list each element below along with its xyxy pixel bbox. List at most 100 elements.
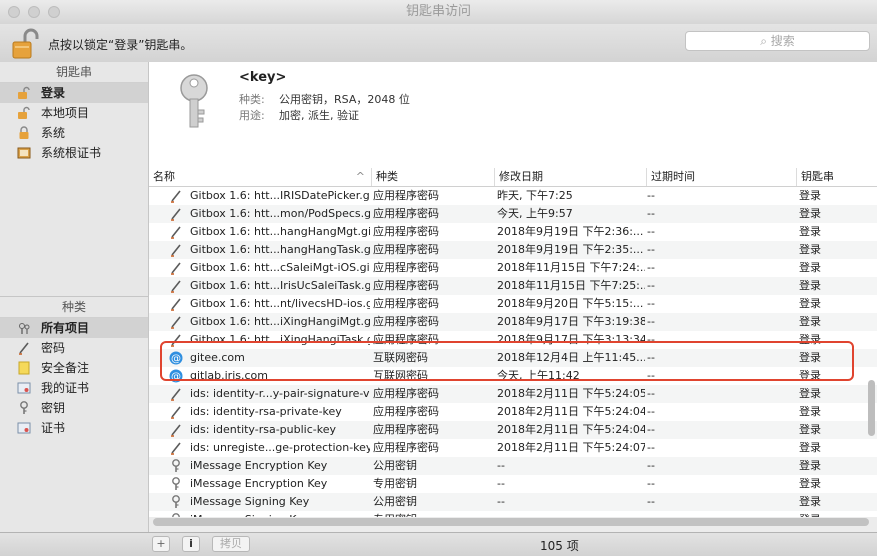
horizontal-scrollbar[interactable] <box>153 518 869 526</box>
sidebar-item-categories-2[interactable]: 安全备注 <box>0 358 148 378</box>
pen-icon <box>171 424 181 437</box>
sidebar-item-categories-3[interactable]: 我的证书 <box>0 378 148 398</box>
sidebar-item-keychains-3[interactable]: 系统根证书 <box>0 143 148 163</box>
pen-icon <box>169 207 183 221</box>
row-date: 2018年2月11日 下午5:24:05 <box>497 387 645 400</box>
row-expires: -- <box>647 279 655 292</box>
pen-icon <box>169 387 183 401</box>
row-expires: -- <box>647 243 655 256</box>
sidebar-item-keychains-1[interactable]: 本地项目 <box>0 103 148 123</box>
row-keychain: 登录 <box>799 387 821 400</box>
row-name: ids: unregiste...ge-protection-key <box>190 441 370 454</box>
column-kind[interactable]: 种类 <box>371 168 494 186</box>
table-row[interactable]: ids: identity-r...y-pair-signature-v1 应用程… <box>149 385 877 403</box>
minimize-window-button[interactable] <box>28 6 40 18</box>
row-date: 2018年9月17日 下午3:19:38 <box>497 315 645 328</box>
table-row[interactable]: ids: unregiste...ge-protection-key 应用程序密码… <box>149 439 877 457</box>
table-row[interactable]: Gitbox 1.6: htt...mon/PodSpecs.git 应用程序密码… <box>149 205 877 223</box>
row-date: 今天, 上午9:57 <box>497 207 573 220</box>
table-row[interactable]: Gitbox 1.6: htt...cSaleiMgt-iOS.git 应用程序密… <box>149 259 877 277</box>
table-row[interactable]: Gitbox 1.6: htt...IRISDatePicker.git 应用程序… <box>149 187 877 205</box>
row-keychain: 登录 <box>799 441 821 454</box>
table-header: 名称 ^ 种类 修改日期 过期时间 钥匙串 <box>149 168 877 187</box>
pen-icon <box>169 261 183 275</box>
sidebar-item-categories-5[interactable]: 证书 <box>0 418 148 438</box>
pen-icon <box>19 342 29 355</box>
row-date: 2018年2月11日 下午5:24:04 <box>497 405 645 418</box>
column-expires[interactable]: 过期时间 <box>646 168 796 186</box>
row-kind: 专用密钥 <box>373 511 491 517</box>
row-keychain: 登录 <box>799 459 821 472</box>
table-row[interactable]: iMessage Encryption Key 公用密钥 -- -- 登录 <box>149 457 877 475</box>
pen-icon <box>169 225 183 239</box>
table-row[interactable]: iMessage Signing Key专用密钥 ---- 登录 <box>149 511 877 517</box>
add-button[interactable]: + <box>152 536 170 552</box>
row-keychain: 登录 <box>799 261 821 274</box>
sidebar-item-label: 安全备注 <box>41 361 90 375</box>
pen-icon <box>169 243 183 257</box>
table-row[interactable]: Gitbox 1.6: htt...iXingHangiMgt.git 应用程序密… <box>149 313 877 331</box>
pen-icon <box>17 341 31 355</box>
sidebar-item-categories-4[interactable]: 密钥 <box>0 398 148 418</box>
sidebar-item-keychains-2[interactable]: 系统 <box>0 123 148 143</box>
row-expires: -- <box>647 297 655 310</box>
table-row[interactable]: ids: identity-rsa-public-key 应用程序密码 2018年2… <box>149 421 877 439</box>
lock-icon <box>19 126 29 139</box>
table-row[interactable]: ids: identity-rsa-private-key 应用程序密码 2018年… <box>149 403 877 421</box>
row-expires: -- <box>647 423 655 436</box>
table-row[interactable]: Gitbox 1.6: htt...hangHangMgt.git 应用程序密码 2… <box>149 223 877 241</box>
row-keychain: 登录 <box>799 225 821 238</box>
item-count: 105 项 <box>540 539 579 553</box>
pen-icon <box>171 190 181 203</box>
copy-button[interactable]: 拷贝 <box>212 536 250 552</box>
lock-hint: 点按以锁定“登录”钥匙串。 <box>48 38 193 52</box>
all-items-icon <box>17 321 31 335</box>
table-row[interactable]: Gitbox 1.6: htt...IrisUcSaleiTask.git 应用程… <box>149 277 877 295</box>
row-date: 昨天, 下午7:25 <box>497 189 573 202</box>
certificate-icon <box>17 382 31 394</box>
row-kind: 应用程序密码 <box>373 315 439 328</box>
sidebar-item-categories-0[interactable]: 所有项目 <box>0 318 148 338</box>
column-keychain[interactable]: 钥匙串 <box>796 168 877 186</box>
row-date: 2018年9月20日 下午5:15:... <box>497 297 644 310</box>
zoom-window-button[interactable] <box>48 6 60 18</box>
row-keychain: 登录 <box>799 243 821 256</box>
keychain-list: 登录 本地项目 系统 系统根证书 <box>0 83 148 163</box>
sidebar-item-label: 我的证书 <box>41 381 90 395</box>
search-placeholder: 搜索 <box>770 34 795 48</box>
search-icon: ⌕ <box>760 34 767 48</box>
close-window-button[interactable] <box>8 6 20 18</box>
table-row[interactable]: iMessage Encryption Key 专用密钥 -- -- 登录 <box>149 475 877 493</box>
table-row[interactable]: Gitbox 1.6: htt...hangHangTask.git 应用程序密码… <box>149 241 877 259</box>
pen-icon <box>171 262 181 275</box>
row-expires: -- <box>647 495 655 508</box>
row-date: 2018年9月19日 下午2:35:... <box>497 243 644 256</box>
column-name[interactable]: 名称 ^ <box>149 168 371 186</box>
row-kind: 应用程序密码 <box>373 279 439 292</box>
lock-icon <box>17 126 31 140</box>
lock-open-icon[interactable] <box>11 28 39 60</box>
sidebar-item-keychains-0[interactable]: 登录 <box>0 83 148 103</box>
sidebar-item-label: 密码 <box>41 341 66 355</box>
row-keychain: 登录 <box>799 495 821 508</box>
window-title: 钥匙串访问 <box>405 4 471 19</box>
sidebar-item-categories-1[interactable]: 密码 <box>0 338 148 358</box>
vertical-scrollbar[interactable] <box>868 380 875 436</box>
table-row[interactable]: iMessage Signing Key 公用密钥 -- -- 登录 <box>149 493 877 511</box>
table-row[interactable]: Gitbox 1.6: htt...nt/livecsHD-ios.git 应用程… <box>149 295 877 313</box>
search-input[interactable]: ⌕ 搜索 <box>685 31 870 51</box>
key-icon <box>169 477 183 491</box>
row-name: iMessage Encryption Key <box>190 459 328 472</box>
pen-icon <box>171 208 181 221</box>
row-keychain: 登录 <box>799 477 821 490</box>
item-usage: 用途: 加密, 派生, 验证 <box>239 107 359 123</box>
info-button[interactable]: i <box>182 536 200 552</box>
row-name: Gitbox 1.6: htt...nt/livecsHD-ios.git <box>190 297 370 310</box>
row-name: iMessage Signing Key <box>190 495 310 508</box>
row-name: Gitbox 1.6: htt...IrisUcSaleiTask.git <box>190 279 370 292</box>
key-icon <box>172 513 180 517</box>
row-keychain: 登录 <box>799 207 821 220</box>
column-date[interactable]: 修改日期 <box>494 168 646 186</box>
row-kind: 应用程序密码 <box>373 207 439 220</box>
row-keychain: 登录 <box>799 405 821 418</box>
